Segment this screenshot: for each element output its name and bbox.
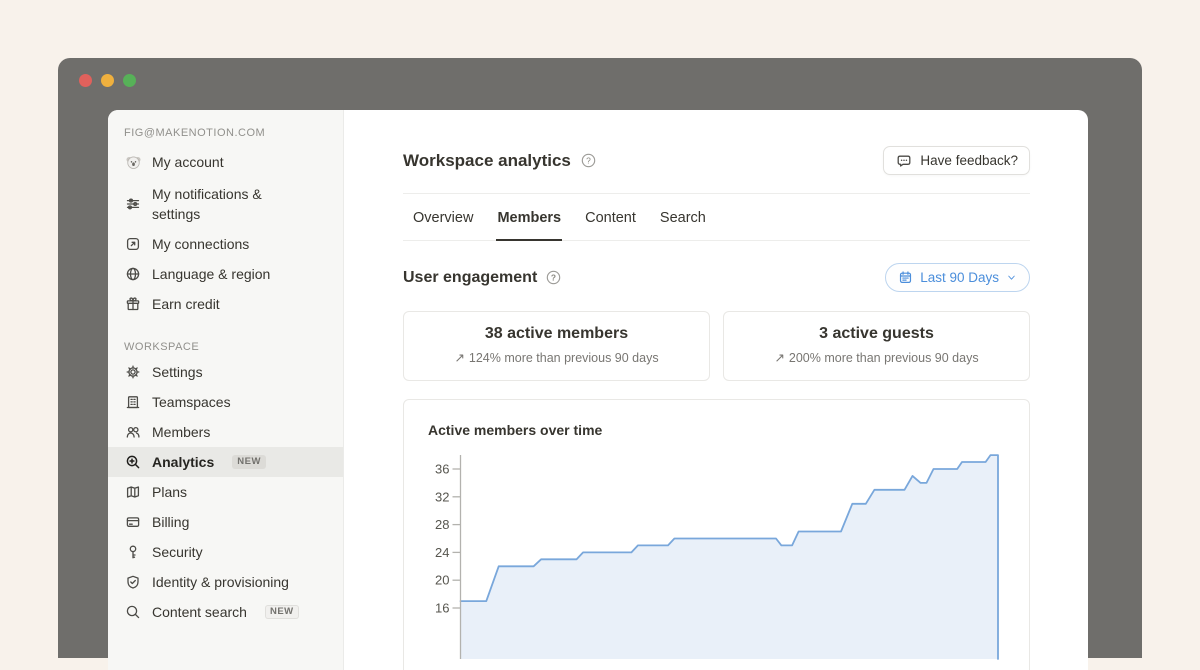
sidebar-item-label: Earn credit [152, 294, 220, 314]
magnifier-icon [124, 603, 142, 621]
sidebar-item-security[interactable]: Security [108, 537, 343, 567]
gift-icon [124, 295, 142, 313]
zoom-window-button[interactable] [123, 74, 136, 87]
svg-text:32: 32 [435, 489, 449, 504]
map-icon [124, 483, 142, 501]
sidebar-item-members[interactable]: Members [108, 417, 343, 447]
page: { "window": { "traffic_lights": ["#e0615… [0, 0, 1200, 630]
sidebar-item-plans[interactable]: Plans [108, 477, 343, 507]
sidebar-item-label: My notifications & settings [152, 184, 304, 224]
active-members-card: 38 active members ↗124% more than previo… [403, 311, 710, 381]
sidebar-item-label: Content search [152, 602, 247, 622]
sidebar-item-label: Plans [152, 482, 187, 502]
have-feedback-button[interactable]: Have feedback? [883, 146, 1030, 175]
date-range-label: Last 90 Days [920, 270, 999, 285]
user-engagement-header: User engagement ? Last 90 Days [403, 263, 1030, 292]
new-badge: NEW [232, 455, 266, 469]
sidebar-item-label: Language & region [152, 264, 270, 284]
tab-search[interactable]: Search [659, 194, 707, 241]
minimize-window-button[interactable] [101, 74, 114, 87]
svg-text:?: ? [551, 272, 556, 282]
sidebar-item-notifications-settings[interactable]: My notifications & settings [108, 177, 343, 229]
sidebar-item-identity-provisioning[interactable]: Identity & provisioning [108, 567, 343, 597]
people-icon [124, 423, 142, 441]
stat-delta: ↗124% more than previous 90 days [404, 350, 709, 365]
sidebar-item-label: My account [152, 152, 224, 172]
svg-text:24: 24 [435, 545, 449, 560]
analytics-main-panel: Workspace analytics ? Have feedback? [344, 110, 1088, 670]
speech-bubble-icon [895, 152, 913, 170]
sidebar-item-earn-credit[interactable]: Earn credit [108, 289, 343, 319]
sidebar-item-content-search[interactable]: Content search NEW [108, 597, 343, 627]
magnifier-plus-icon [124, 453, 142, 471]
feedback-button-label: Have feedback? [920, 153, 1018, 168]
sidebar-item-label: Identity & provisioning [152, 572, 289, 592]
gear-icon [124, 363, 142, 381]
key-icon [124, 543, 142, 561]
settings-dialog: FIG@MAKENOTION.COM My account [108, 110, 1088, 670]
new-badge: NEW [265, 605, 299, 619]
svg-text:36: 36 [435, 462, 449, 477]
svg-text:28: 28 [435, 517, 449, 532]
help-icon[interactable]: ? [581, 153, 596, 168]
sidebar-item-settings[interactable]: Settings [108, 357, 343, 387]
svg-text:?: ? [586, 155, 591, 165]
help-icon[interactable]: ? [546, 270, 561, 285]
stat-delta: ↗200% more than previous 90 days [724, 350, 1029, 365]
stat-value: 38 active members [404, 325, 709, 343]
active-guests-card: 3 active guests ↗200% more than previous… [723, 311, 1030, 381]
chart-title: Active members over time [428, 422, 1005, 438]
sliders-icon [124, 195, 142, 213]
chevron-down-icon [1006, 272, 1017, 283]
credit-card-icon [124, 513, 142, 531]
sidebar-item-label: My connections [152, 234, 249, 254]
active-members-chart-card: Active members over time 36 32 28 24 20 16 [403, 399, 1030, 670]
trend-up-icon: ↗ [774, 350, 784, 365]
svg-text:20: 20 [435, 573, 449, 588]
sidebar-item-analytics[interactable]: Analytics NEW [108, 447, 343, 477]
sidebar-item-label: Analytics [152, 452, 214, 472]
sidebar-item-my-connections[interactable]: My connections [108, 229, 343, 259]
stat-value: 3 active guests [724, 325, 1029, 343]
tab-overview[interactable]: Overview [412, 194, 474, 241]
sidebar-item-label: Billing [152, 512, 189, 532]
page-title: Workspace analytics [403, 151, 571, 171]
sidebar-item-my-account[interactable]: My account [108, 147, 343, 177]
sidebar-item-label: Members [152, 422, 210, 442]
trend-up-icon: ↗ [454, 350, 464, 365]
close-window-button[interactable] [79, 74, 92, 87]
workspace-section-label: WORKSPACE [124, 341, 327, 353]
calendar-icon [898, 270, 913, 285]
members-over-time-chart: 36 32 28 24 20 16 [428, 449, 1005, 659]
building-icon [124, 393, 142, 411]
shield-check-icon [124, 573, 142, 591]
chart-area: 36 32 28 24 20 16 [428, 449, 1005, 659]
date-range-filter[interactable]: Last 90 Days [885, 263, 1030, 292]
globe-icon [124, 265, 142, 283]
arrow-up-right-box-icon [124, 235, 142, 253]
tab-content[interactable]: Content [584, 194, 637, 241]
section-title: User engagement [403, 269, 537, 287]
sidebar-item-label: Teamspaces [152, 392, 231, 412]
svg-text:16: 16 [435, 601, 449, 616]
sidebar-item-label: Settings [152, 362, 203, 382]
stat-cards-row: 38 active members ↗124% more than previo… [403, 311, 1030, 381]
sidebar-item-language-region[interactable]: Language & region [108, 259, 343, 289]
account-email: FIG@MAKENOTION.COM [108, 127, 343, 147]
tab-members[interactable]: Members [496, 194, 562, 241]
avatar-koala-icon [124, 153, 142, 171]
page-header: Workspace analytics ? Have feedback? [403, 146, 1030, 175]
app-window: FIG@MAKENOTION.COM My account [58, 58, 1142, 658]
settings-sidebar: FIG@MAKENOTION.COM My account [108, 110, 344, 670]
sidebar-item-billing[interactable]: Billing [108, 507, 343, 537]
window-controls [79, 74, 136, 87]
sidebar-item-teamspaces[interactable]: Teamspaces [108, 387, 343, 417]
analytics-tabs: Overview Members Content Search [403, 194, 1030, 241]
sidebar-item-label: Security [152, 542, 203, 562]
